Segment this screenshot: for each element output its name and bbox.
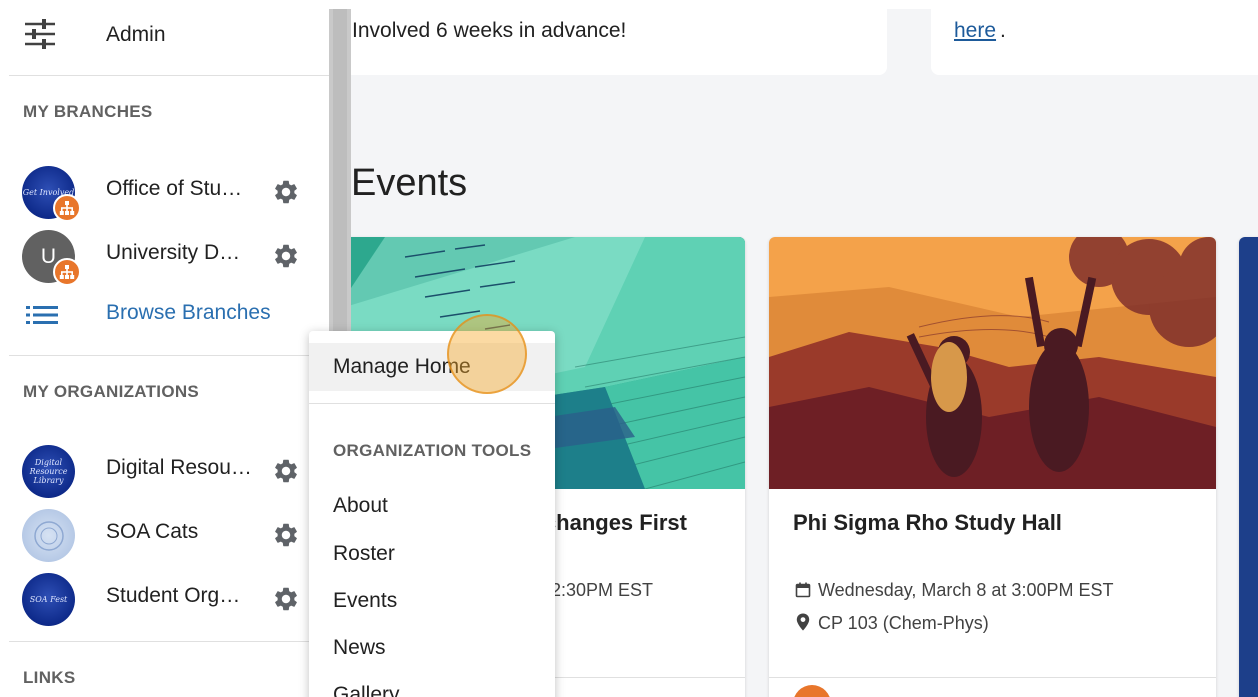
org-avatar-text: Digital Resource Library [29,458,68,485]
admin-sliders-icon [25,19,55,49]
calendar-icon [795,582,811,598]
menu-divider [309,403,555,404]
event-title[interactable]: Phi Sigma Rho Study Hall [793,510,1062,536]
org-avatar-text: SOA Fest [29,595,68,604]
menu-item-about[interactable]: About [309,494,555,518]
location-pin-icon [796,613,810,631]
links-title: LINKS [23,668,76,687]
event-time: 2:30PM EST [551,580,654,600]
my-organizations-title: MY ORGANIZATIONS [23,382,200,401]
branch-item-office-of-student[interactable]: Get Involved Office of Stu… [9,164,329,224]
sidebar: Admin MY BRANCHES Get Involved Office of… [9,9,329,697]
menu-item-events[interactable]: Events [309,589,555,613]
settings-gear-icon[interactable] [272,178,300,206]
branch-item-university[interactable]: U University D… [9,228,329,288]
organization-menu: Manage Home ORGANIZATION TOOLS About Ros… [309,331,555,697]
menu-item-news[interactable]: News [309,636,555,660]
menu-item-roster[interactable]: Roster [309,542,555,566]
settings-gear-icon[interactable] [272,457,300,485]
org-item-soa-cats[interactable]: SOA Cats [9,507,329,567]
hierarchy-icon [53,258,81,286]
event-image-hikers [769,237,1216,489]
branch-label: University D… [106,241,241,264]
here-link[interactable]: here [954,19,996,43]
list-icon[interactable] [26,305,58,325]
click-indicator [447,314,527,394]
org-label: SOA Cats [106,520,199,543]
organization-tools-title: ORGANIZATION TOOLS [333,441,532,460]
seal-icon [33,520,64,551]
info-card-punctuation: . [1000,19,1006,42]
org-label: Digital Resou… [106,456,252,479]
admin-row[interactable]: Admin [9,9,329,75]
divider [9,355,329,356]
settings-gear-icon[interactable] [272,521,300,549]
browse-branches-link[interactable]: Browse Branches [106,301,271,325]
event-card-partial[interactable] [1239,237,1258,697]
event-location: CP 103 (Chem-Phys) [818,613,989,633]
events-heading: Events [351,162,468,204]
event-card[interactable]: Phi Sigma Rho Study Hall Wednesday, Marc… [769,237,1216,697]
event-datetime: Wednesday, March 8 at 3:00PM EST [818,580,1114,600]
info-card-text: Involved 6 weeks in advance! [352,19,627,42]
org-avatar [22,509,75,562]
host-avatar [793,685,831,697]
menu-item-gallery[interactable]: Gallery [309,683,555,697]
card-divider [769,677,1216,678]
org-avatar: SOA Fest [22,573,75,626]
branch-label: Office of Stu… [106,177,243,200]
org-item-digital-resource[interactable]: Digital Resource Library Digital Resou… [9,443,329,503]
hierarchy-icon [53,194,81,222]
app-viewport: Involved 6 weeks in advance! here . Even… [9,9,1258,697]
settings-gear-icon[interactable] [272,585,300,613]
org-avatar: Digital Resource Library [22,445,75,498]
org-label: Student Org… [106,584,241,607]
divider [9,75,329,76]
divider [9,641,329,642]
admin-label: Admin [106,23,166,46]
my-branches-title: MY BRANCHES [23,102,153,121]
settings-gear-icon[interactable] [272,242,300,270]
org-item-student-org[interactable]: SOA Fest Student Org… [9,571,329,631]
